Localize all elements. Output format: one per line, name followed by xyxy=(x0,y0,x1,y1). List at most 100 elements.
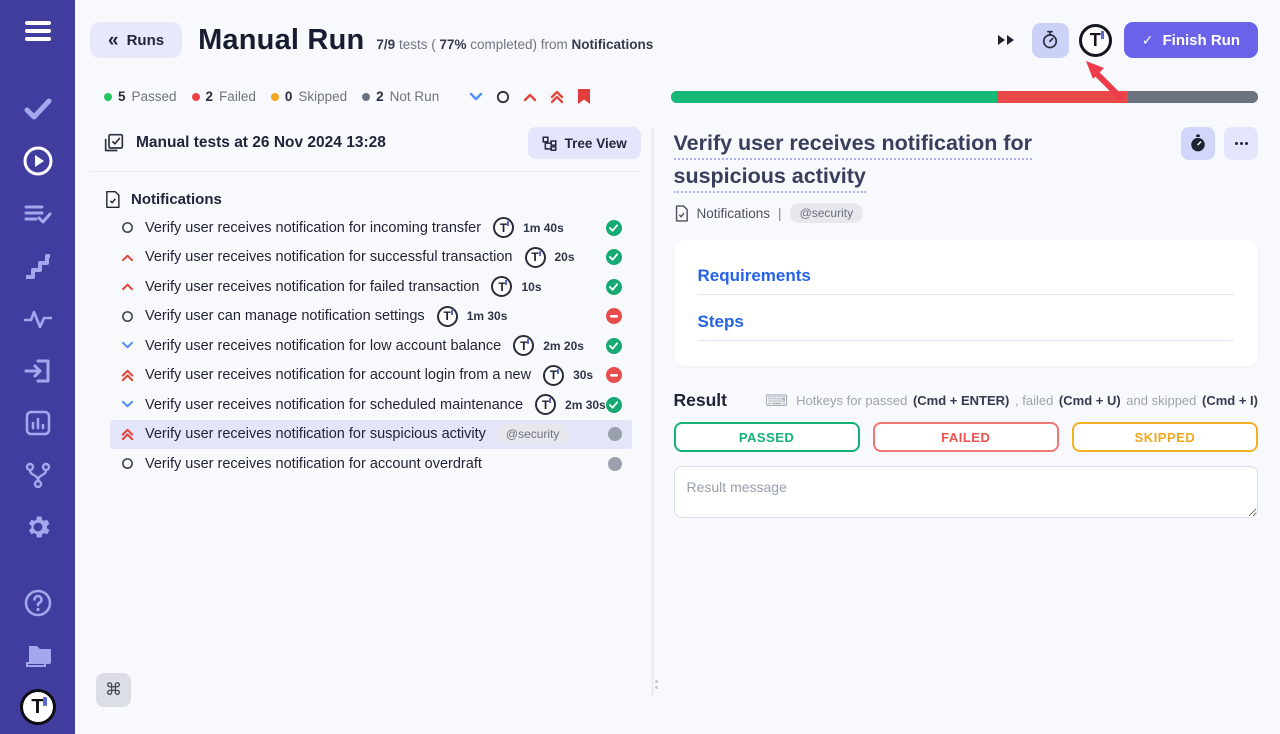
menu-icon[interactable] xyxy=(17,10,59,52)
testomat-test-icon: T xyxy=(493,217,514,238)
priority-normal-icon xyxy=(120,310,135,323)
command-hotkey-button[interactable]: ⌘ xyxy=(96,673,131,707)
priority-critical-filter-icon[interactable] xyxy=(550,90,564,104)
back-to-runs-button[interactable]: « Runs xyxy=(90,22,182,58)
status-failed-icon xyxy=(606,367,622,383)
test-tag: @security xyxy=(496,424,570,444)
passed-button[interactable]: PASSED xyxy=(674,422,860,452)
priority-high-filter-icon[interactable] xyxy=(523,92,537,102)
bookmark-filter-icon[interactable] xyxy=(577,88,591,105)
top-actions: T ✓ Finish Run xyxy=(997,22,1258,58)
app-sidebar: T xyxy=(0,0,75,734)
subtitle-source: Notifications xyxy=(572,37,654,52)
status-passed-icon xyxy=(606,249,622,265)
priority-critical-icon xyxy=(120,369,135,382)
test-row[interactable]: Verify user receives notification for sc… xyxy=(110,390,632,420)
test-detail-panel: Verify user receives notification for su… xyxy=(674,127,1259,697)
test-row[interactable]: Verify user receives notification for su… xyxy=(110,243,632,273)
panel-resizer[interactable] xyxy=(651,127,654,697)
testomat-test-icon: T xyxy=(525,247,546,268)
branches-icon[interactable] xyxy=(17,454,59,496)
test-title: Verify user receives notification for in… xyxy=(145,220,481,236)
test-duration: 20s xyxy=(555,250,575,264)
file-check-icon xyxy=(104,190,121,209)
stopwatch-button[interactable] xyxy=(1181,127,1215,160)
detail-breadcrumb: Notifications | @security xyxy=(674,203,1259,223)
priority-low-filter-icon[interactable] xyxy=(469,92,483,102)
subtitle-count: 7/9 xyxy=(376,37,395,52)
test-duration: 30s xyxy=(573,368,593,382)
failed-dot-icon xyxy=(192,93,200,101)
summary-failed: 2Failed xyxy=(192,89,256,104)
status-passed-icon xyxy=(606,397,622,413)
more-options-button[interactable] xyxy=(1224,127,1258,160)
help-icon[interactable] xyxy=(17,582,59,624)
status-notrun-icon xyxy=(608,427,622,441)
tests-icon[interactable] xyxy=(17,88,59,130)
summary-notrun: 2Not Run xyxy=(362,89,439,104)
requirements-section-header[interactable]: Requirements xyxy=(698,266,1235,295)
test-title: Verify user receives notification for ac… xyxy=(145,456,482,472)
summary-skipped: 0Skipped xyxy=(271,89,347,104)
suite-group-row[interactable]: Notifications xyxy=(104,190,641,209)
verdict-buttons: PASSED FAILED SKIPPED xyxy=(674,422,1259,452)
check-icon: ✓ xyxy=(1142,32,1154,49)
test-title: Verify user receives notification for ac… xyxy=(145,367,531,383)
pulse-icon[interactable] xyxy=(17,298,59,340)
main-area: « Runs Manual Run 7/9 tests ( 77% comple… xyxy=(75,0,1280,734)
test-row-selected[interactable]: Verify user receives notification for su… xyxy=(110,420,632,450)
test-row[interactable]: Verify user receives notification for lo… xyxy=(110,331,632,361)
priority-critical-icon xyxy=(120,428,135,441)
testomat-logo[interactable]: T xyxy=(17,686,59,728)
tree-view-label: Tree View xyxy=(565,136,627,151)
breadcrumb-suite[interactable]: Notifications xyxy=(697,206,771,221)
divider xyxy=(90,171,641,172)
test-row[interactable]: Verify user receives notification for ac… xyxy=(110,449,632,479)
settings-icon[interactable] xyxy=(17,506,59,548)
priority-low-icon xyxy=(120,400,135,409)
detail-sections-card: Requirements Steps xyxy=(674,240,1259,366)
notrun-dot-icon xyxy=(362,93,370,101)
subtitle-text: completed) from xyxy=(467,37,572,52)
test-detail-title[interactable]: Verify user receives notification for su… xyxy=(674,127,1146,193)
milestones-icon[interactable] xyxy=(17,246,59,288)
timer-button[interactable] xyxy=(1032,23,1069,58)
summary-passed: 5Passed xyxy=(104,89,177,104)
finish-run-button[interactable]: ✓ Finish Run xyxy=(1124,22,1258,58)
status-failed-icon xyxy=(606,308,622,324)
projects-icon[interactable] xyxy=(17,634,59,676)
content-split: Manual tests at 26 Nov 2024 13:28 Tree V… xyxy=(90,127,1258,697)
reports-icon[interactable] xyxy=(17,402,59,444)
result-message-input[interactable] xyxy=(674,466,1259,518)
test-duration: 2m 20s xyxy=(543,339,584,353)
test-row[interactable]: Verify user receives notification for fa… xyxy=(110,272,632,302)
detail-tag[interactable]: @security xyxy=(790,203,864,223)
priority-filters xyxy=(469,88,591,105)
summary-legend: 5Passed 2Failed 0Skipped 2Not Run xyxy=(90,89,439,104)
priority-high-icon xyxy=(120,253,135,262)
priority-low-icon xyxy=(120,341,135,350)
test-row[interactable]: Verify user can manage notification sett… xyxy=(110,302,632,332)
test-title: Verify user receives notification for lo… xyxy=(145,338,501,354)
import-icon[interactable] xyxy=(17,350,59,392)
page-title: Manual Run xyxy=(198,24,364,57)
testomat-test-icon: T xyxy=(543,365,564,386)
fast-forward-icon[interactable] xyxy=(997,33,1016,47)
test-row[interactable]: Verify user receives notification for in… xyxy=(110,213,632,243)
skipped-button[interactable]: SKIPPED xyxy=(1072,422,1258,452)
steps-section-header[interactable]: Steps xyxy=(698,312,1235,341)
test-title: Verify user can manage notification sett… xyxy=(145,308,425,324)
result-header-row: Result ⌨Hotkeys for passed (Cmd + ENTER)… xyxy=(674,390,1259,411)
runs-icon[interactable] xyxy=(17,140,59,182)
test-duration: 10s xyxy=(521,280,541,294)
status-notrun-icon xyxy=(608,457,622,471)
account-logo[interactable]: T xyxy=(1079,24,1112,57)
progress-failed-segment xyxy=(997,91,1127,103)
test-plans-icon[interactable] xyxy=(17,194,59,236)
priority-normal-filter-icon[interactable] xyxy=(496,90,510,104)
result-label: Result xyxy=(674,390,727,411)
test-row[interactable]: Verify user receives notification for ac… xyxy=(110,361,632,391)
tree-view-button[interactable]: Tree View xyxy=(528,127,641,159)
test-title: Verify user receives notification for fa… xyxy=(145,279,479,295)
failed-button[interactable]: FAILED xyxy=(873,422,1059,452)
